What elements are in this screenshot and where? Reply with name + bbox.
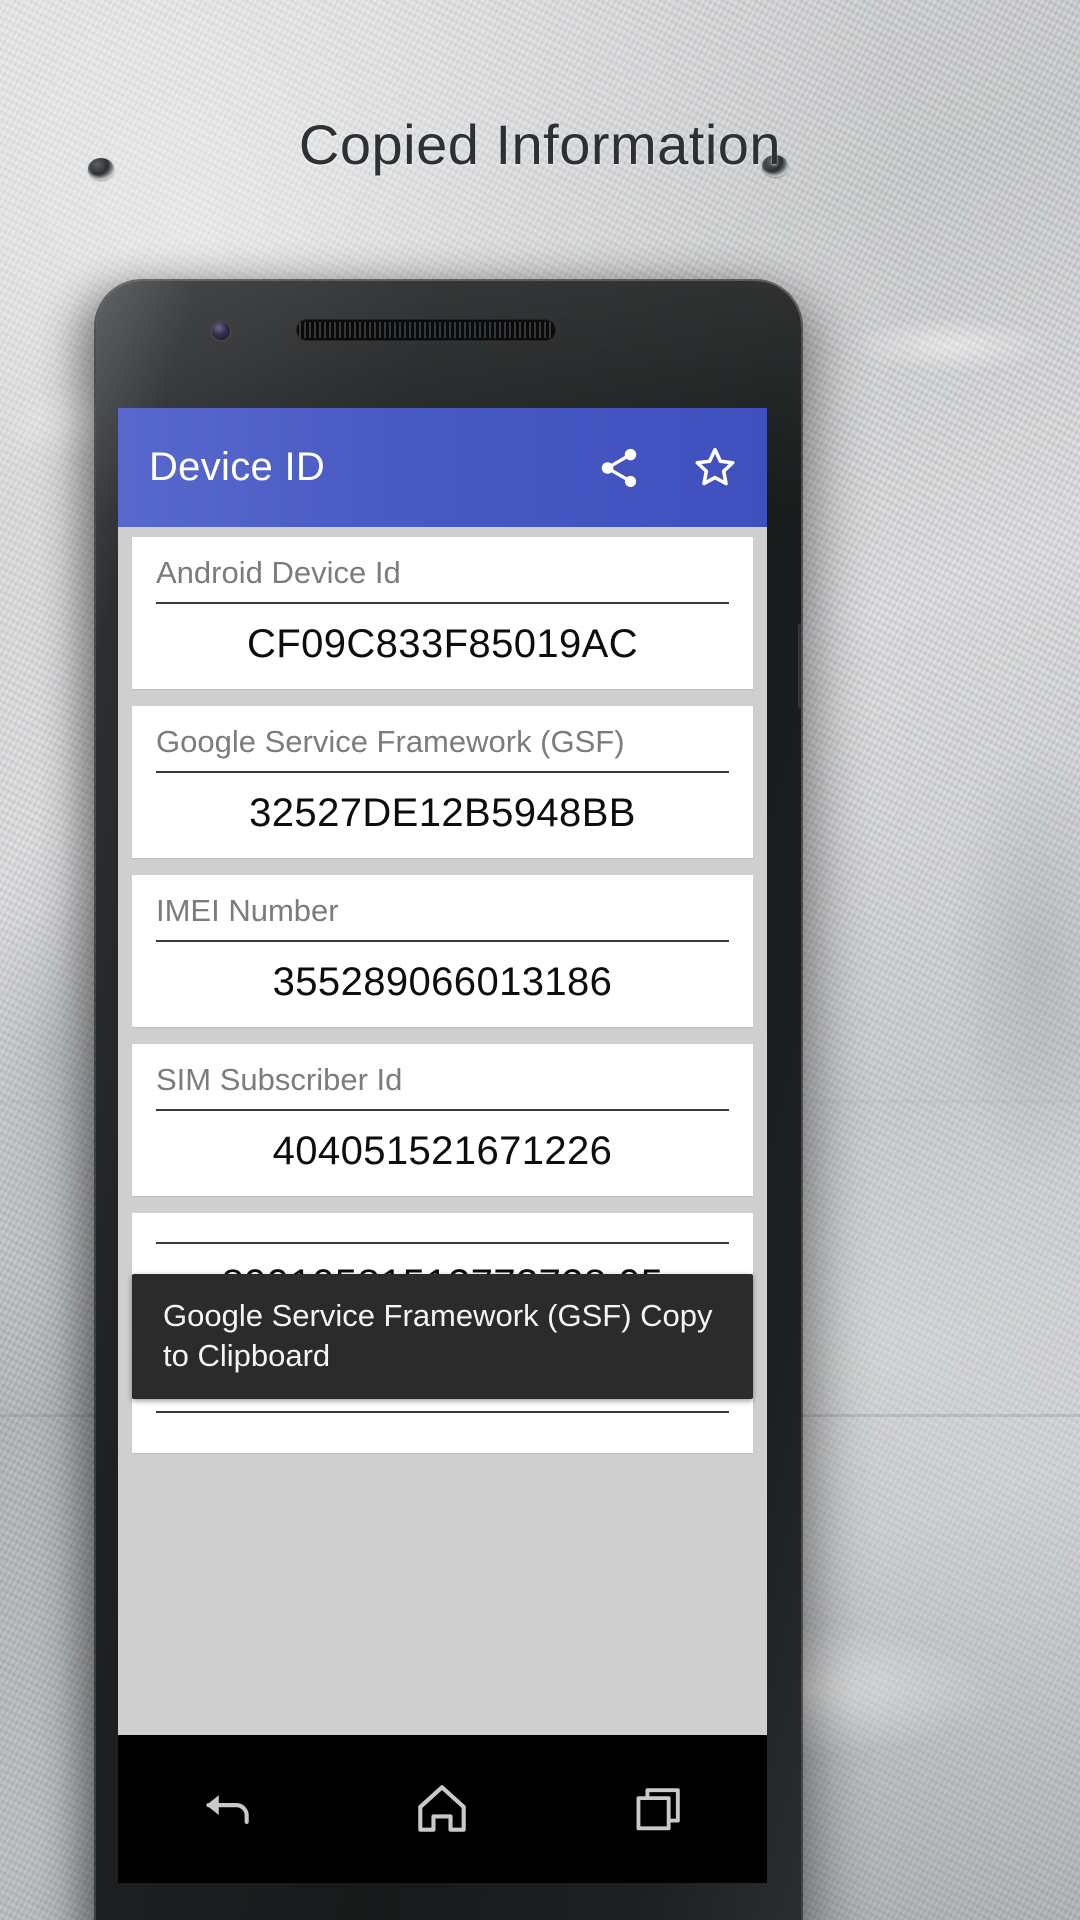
phone-screen: Device ID Android Device Id CF09C833F850… [118, 408, 767, 1735]
info-card-divider [156, 771, 729, 773]
info-card-divider [156, 1109, 729, 1111]
info-card-divider [156, 1411, 729, 1413]
info-card-divider [156, 602, 729, 604]
info-card-label: Google Service Framework (GSF) [156, 724, 625, 759]
info-card-value: CF09C833F85019AC [246, 622, 639, 666]
device-info-list[interactable]: Android Device Id CF09C833F85019AC Googl… [118, 527, 767, 1735]
info-card-value: 404051521671226 [272, 1129, 613, 1173]
info-card-value: 32527DE12B5948BB [249, 791, 636, 835]
phone-device-frame: Device ID Android Device Id CF09C833F850… [96, 281, 801, 1920]
page-title: Copied Information [298, 113, 782, 176]
info-card-android-device-id[interactable]: Android Device Id CF09C833F85019AC [132, 537, 753, 689]
star-outline-icon[interactable] [689, 442, 741, 494]
info-card-label: SIM Subscriber Id [156, 1062, 403, 1097]
app-bar-title: Device ID [149, 445, 326, 489]
home-icon[interactable] [387, 1764, 497, 1854]
share-icon[interactable] [593, 442, 645, 494]
info-card-imei-number[interactable]: IMEI Number 355289066013186 [132, 875, 753, 1027]
system-navigation-bar [118, 1735, 767, 1883]
info-card-label: Android Device Id [156, 555, 401, 590]
info-card-gsf[interactable]: Google Service Framework (GSF) 32527DE12… [132, 706, 753, 858]
info-card-label: IMEI Number [156, 893, 339, 928]
app-bar: Device ID [118, 408, 767, 527]
info-card-label [156, 1231, 729, 1242]
info-card-value: 355289066013186 [272, 960, 613, 1004]
info-card-divider [156, 940, 729, 942]
info-card-sim-subscriber-id[interactable]: SIM Subscriber Id 404051521671226 [132, 1044, 753, 1196]
toast-message: Google Service Framework (GSF) Copy to C… [132, 1274, 753, 1400]
app-bar-actions [593, 442, 741, 494]
info-card-divider [156, 1242, 729, 1244]
back-icon[interactable] [171, 1764, 281, 1854]
recents-icon[interactable] [604, 1764, 714, 1854]
screenshot-stage: Copied Information Device ID Android Dev… [0, 0, 1080, 1920]
earpiece-speaker-icon [296, 319, 556, 341]
front-camera-icon [212, 322, 230, 340]
power-button[interactable] [798, 623, 801, 709]
